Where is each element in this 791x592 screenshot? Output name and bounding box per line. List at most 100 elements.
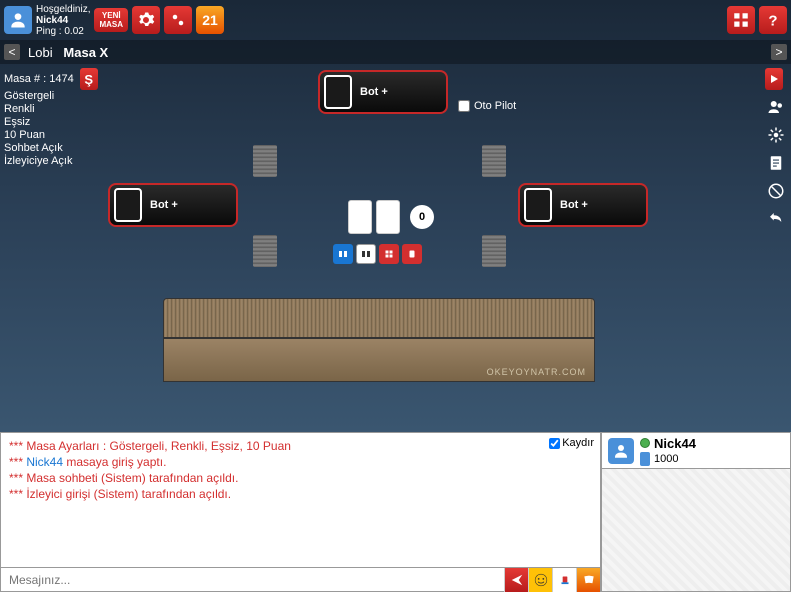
- bot-label: Bot +: [150, 199, 178, 211]
- user-avatar[interactable]: [4, 6, 32, 34]
- setting-line: 10 Puan: [4, 129, 98, 142]
- cards-button[interactable]: [576, 568, 600, 592]
- undo-button[interactable]: [765, 208, 787, 230]
- discard-stack[interactable]: [253, 145, 277, 177]
- draw-tile[interactable]: [348, 200, 372, 234]
- person-icon: [8, 10, 28, 30]
- action4-button[interactable]: [402, 244, 422, 264]
- question-icon: ?: [764, 11, 782, 29]
- chat-log: Kaydır *** Masa Ayarları : Göstergeli, R…: [1, 433, 600, 567]
- bot-label: Bot +: [560, 199, 588, 211]
- setting-line: Eşsiz: [4, 116, 98, 129]
- gears-icon: [169, 11, 187, 29]
- s-badge[interactable]: Ş: [80, 68, 98, 90]
- player-avatar: [608, 438, 634, 464]
- rack-row-top[interactable]: [163, 298, 595, 338]
- chat-input-row: [1, 567, 600, 591]
- discard-stack[interactable]: [482, 145, 506, 177]
- nav-back-button[interactable]: <: [4, 44, 20, 60]
- cup-icon: [558, 573, 572, 587]
- setting-line: Sohbet Açık: [4, 142, 98, 155]
- tiles-icon: [360, 248, 372, 260]
- rack-row-bottom[interactable]: OKEYOYNATR.COM: [163, 338, 595, 382]
- tiles-icon: [337, 248, 349, 260]
- settings-gear2-button[interactable]: [164, 6, 192, 34]
- empty-tile: [114, 188, 142, 222]
- person-icon: [612, 442, 630, 460]
- undo-icon: [767, 210, 785, 228]
- sort-number-button[interactable]: [356, 244, 376, 264]
- nav-forward-button[interactable]: >: [771, 44, 787, 60]
- tile-rack[interactable]: OKEYOYNATR.COM: [163, 298, 595, 384]
- action-icons: [333, 244, 422, 264]
- gear-side-button[interactable]: [765, 124, 787, 146]
- cards-icon: [582, 573, 596, 587]
- play-icon: [768, 73, 780, 85]
- nav-lobby[interactable]: Lobi: [28, 45, 53, 60]
- player-info: Nick44 1000: [640, 436, 696, 466]
- coin-icon: [640, 452, 650, 466]
- bottom-panel: Kaydır *** Masa Ayarları : Göstergeli, R…: [0, 432, 791, 592]
- smile-icon: [534, 573, 548, 587]
- grid-button[interactable]: [727, 6, 755, 34]
- chat-area: Kaydır *** Masa Ayarları : Göstergeli, R…: [0, 432, 601, 592]
- nav-table: Masa X: [63, 45, 108, 60]
- status-online-icon: [640, 438, 650, 448]
- welcome-text: Hoşgeldiniz, Nick44 Ping : 0.02: [36, 4, 90, 37]
- setting-line: Renkli: [4, 103, 98, 116]
- autoscroll-label: Kaydır: [562, 437, 594, 449]
- autoscroll-input[interactable]: [549, 438, 560, 449]
- send-button[interactable]: [504, 568, 528, 592]
- player-header[interactable]: Nick44 1000: [602, 433, 790, 469]
- player-coins: 1000: [640, 452, 696, 466]
- game-area: Hoşgeldiniz, Nick44 Ping : 0.02 YENİ MAS…: [0, 0, 791, 432]
- tile-icon: [406, 248, 418, 260]
- chat-line: *** Masa Ayarları : Göstergeli, Renkli, …: [9, 439, 592, 453]
- top-bar: Hoşgeldiniz, Nick44 Ping : 0.02 YENİ MAS…: [0, 0, 791, 40]
- breadcrumb: Lobi Masa X: [28, 45, 108, 60]
- users-icon: [767, 98, 785, 116]
- svg-text:?: ?: [768, 12, 777, 29]
- send-icon: [510, 573, 524, 587]
- play-button[interactable]: [765, 68, 783, 90]
- document-icon: [767, 154, 785, 172]
- block-button[interactable]: [765, 180, 787, 202]
- grid-icon: [732, 11, 750, 29]
- chat-line: *** Masa sohbeti (Sistem) tarafından açı…: [9, 471, 592, 485]
- nav-bar: < Lobi Masa X >: [0, 40, 791, 64]
- notes-button[interactable]: [765, 152, 787, 174]
- gear-icon: [767, 126, 785, 144]
- chat-line: *** Nick44 masaya giriş yaptı.: [9, 455, 592, 469]
- users-button[interactable]: [765, 96, 787, 118]
- player-slot-top[interactable]: Bot +: [318, 70, 448, 114]
- otopilot-input[interactable]: [458, 100, 470, 112]
- settings-gear-button[interactable]: [132, 6, 160, 34]
- sort-color-button[interactable]: [333, 244, 353, 264]
- new-table-button[interactable]: YENİ MASA: [94, 8, 128, 32]
- indicator-tile[interactable]: [376, 200, 400, 234]
- block-icon: [767, 182, 785, 200]
- item-button[interactable]: [552, 568, 576, 592]
- bot-label: Bot +: [360, 86, 388, 98]
- emoji-button[interactable]: [528, 568, 552, 592]
- score-button[interactable]: 21: [196, 6, 224, 34]
- player-slot-right[interactable]: Bot +: [518, 183, 648, 227]
- tile-counter: 0: [410, 205, 434, 229]
- discard-stack[interactable]: [253, 235, 277, 267]
- help-button[interactable]: ?: [759, 6, 787, 34]
- setting-line: Göstergeli: [4, 90, 98, 103]
- chat-input[interactable]: [1, 568, 504, 591]
- otopilot-checkbox[interactable]: Oto Pilot: [458, 100, 516, 112]
- side-toolbar: [765, 68, 787, 230]
- player-panel: Nick44 1000: [601, 432, 791, 592]
- player-name: Nick44: [640, 436, 696, 451]
- discard-stack[interactable]: [482, 235, 506, 267]
- table-settings-panel: Masa # : 1474 Ş Göstergeli Renkli Eşsiz …: [4, 68, 98, 168]
- player-slot-left[interactable]: Bot +: [108, 183, 238, 227]
- action3-button[interactable]: [379, 244, 399, 264]
- empty-tile: [324, 75, 352, 109]
- gear-icon: [137, 11, 155, 29]
- autoscroll-checkbox[interactable]: Kaydır: [549, 437, 594, 449]
- otopilot-label: Oto Pilot: [474, 100, 516, 112]
- empty-tile: [524, 188, 552, 222]
